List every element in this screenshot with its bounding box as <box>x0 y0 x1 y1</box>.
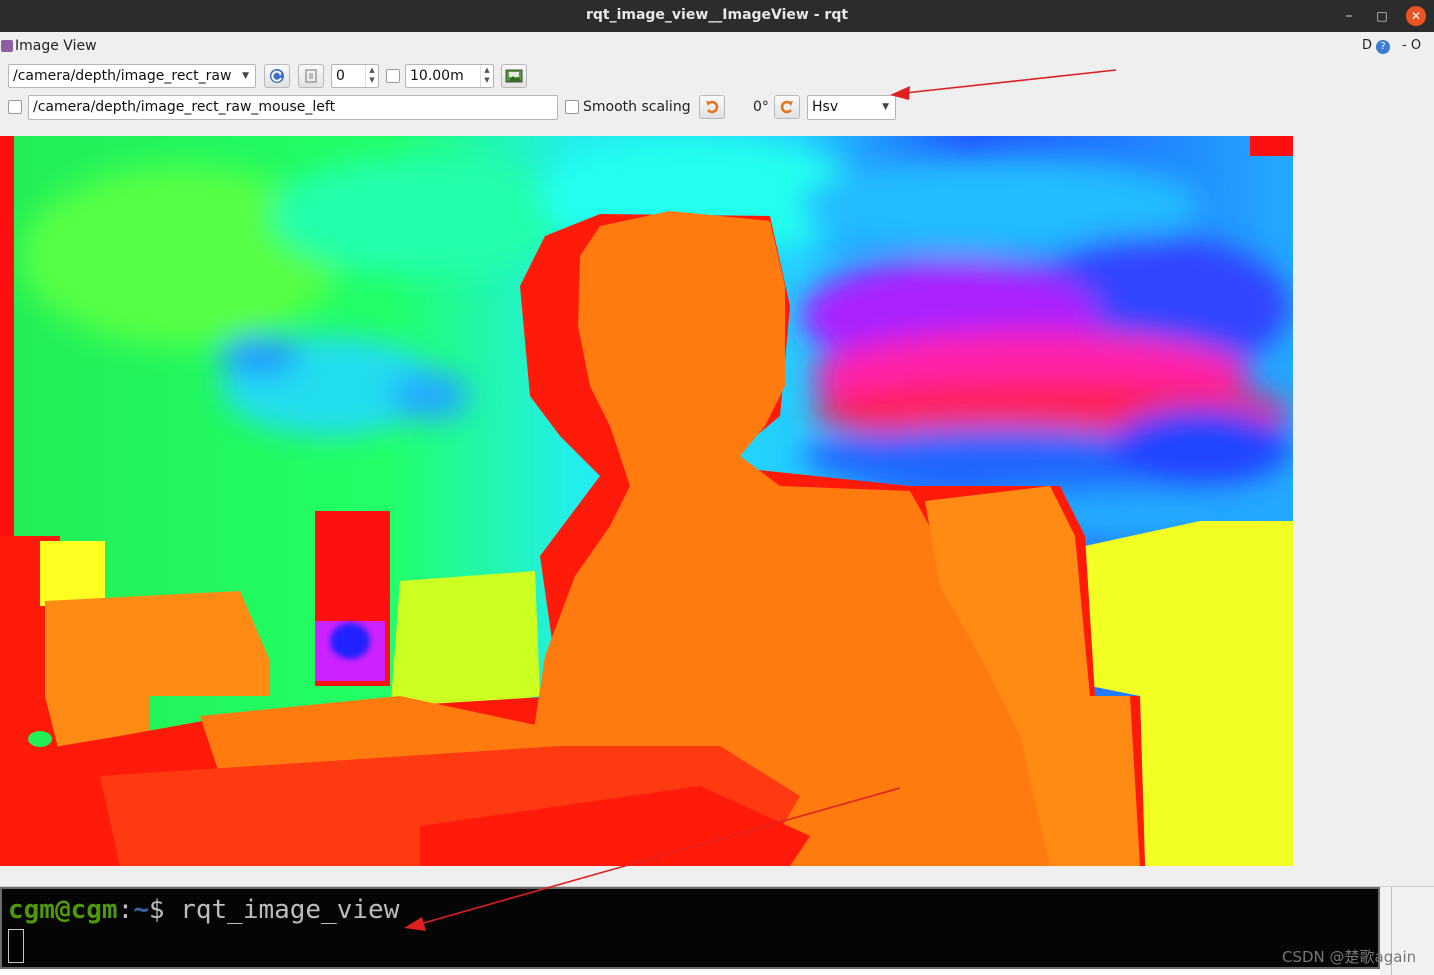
minimize-button[interactable]: – <box>1339 6 1359 26</box>
depth-image <box>0 136 1293 866</box>
save-image-icon <box>505 69 523 83</box>
dock-d-button[interactable]: D <box>1362 38 1376 53</box>
max-depth-value: 10.00m <box>410 68 464 84</box>
window-titlebar: rqt_image_view__ImageView - rqt – □ ✕ <box>0 0 1434 32</box>
max-depth-spinbox[interactable]: 10.00m ▲ ▼ <box>405 64 494 88</box>
terminal-colon: : <box>117 895 134 925</box>
terminal-window[interactable]: cgm@cgm:~$ rqt_image_view <box>0 887 1380 969</box>
terminal-prompt-line: cgm@cgm:~$ rqt_image_view <box>8 895 399 925</box>
close-button[interactable]: ✕ <box>1406 6 1426 26</box>
plugin-icon <box>1 40 13 52</box>
maximize-button[interactable]: □ <box>1372 6 1392 26</box>
rotation-label: 0° <box>753 99 769 115</box>
smooth-scaling-label: Smooth scaling <box>583 99 691 115</box>
rotate-left-icon <box>706 100 719 114</box>
topic-select-value: /camera/depth/image_rect_raw <box>13 68 232 84</box>
zoom-fit-icon <box>305 69 317 83</box>
max-depth-checkbox[interactable] <box>386 69 400 83</box>
colormap-select[interactable]: Hsv ▼ <box>807 95 896 120</box>
mouse-topic-field[interactable]: /camera/depth/image_rect_raw_mouse_left <box>28 95 558 120</box>
chevron-down-icon: ▼ <box>242 71 249 81</box>
mouse-topic-value: /camera/depth/image_rect_raw_mouse_left <box>33 99 336 115</box>
topic-select[interactable]: /camera/depth/image_rect_raw ▼ <box>8 64 256 88</box>
colormap-value: Hsv <box>812 99 839 115</box>
terminal-path: ~ <box>133 895 149 925</box>
terminal-cursor <box>8 929 24 963</box>
refresh-button[interactable] <box>264 64 290 88</box>
dock-title: Image View <box>15 38 97 54</box>
chevron-down-icon: ▼ <box>882 102 889 112</box>
rotate-right-button[interactable] <box>774 95 800 119</box>
terminal-command: rqt_image_view <box>180 895 400 925</box>
dock-close-button[interactable]: - O <box>1402 38 1421 53</box>
window-title: rqt_image_view__ImageView - rqt <box>585 7 849 23</box>
terminal-user: cgm@cgm <box>8 895 118 925</box>
rotate-left-button[interactable] <box>699 95 725 119</box>
rotate-right-icon <box>780 100 793 114</box>
min-depth-spinbox[interactable]: 0 ▲ ▼ <box>331 64 379 88</box>
watermark: CSDN @楚歌again <box>1282 948 1417 966</box>
dock-controls: D? - O <box>1362 38 1421 54</box>
smooth-scaling-checkbox[interactable] <box>565 100 579 114</box>
refresh-icon <box>270 69 284 83</box>
depth-image-view[interactable] <box>0 136 1293 866</box>
spin-arrows-icon[interactable]: ▲ ▼ <box>480 65 493 87</box>
zoom-fit-button[interactable] <box>298 64 324 88</box>
save-image-button[interactable] <box>501 64 527 88</box>
mouse-publish-checkbox[interactable] <box>8 100 22 114</box>
spin-arrows-icon[interactable]: ▲ ▼ <box>365 65 378 87</box>
dock-header: Image View D? - O <box>0 36 1434 56</box>
help-icon[interactable]: ? <box>1376 40 1390 54</box>
terminal-prompt: $ <box>148 895 181 925</box>
min-depth-value: 0 <box>336 68 345 84</box>
